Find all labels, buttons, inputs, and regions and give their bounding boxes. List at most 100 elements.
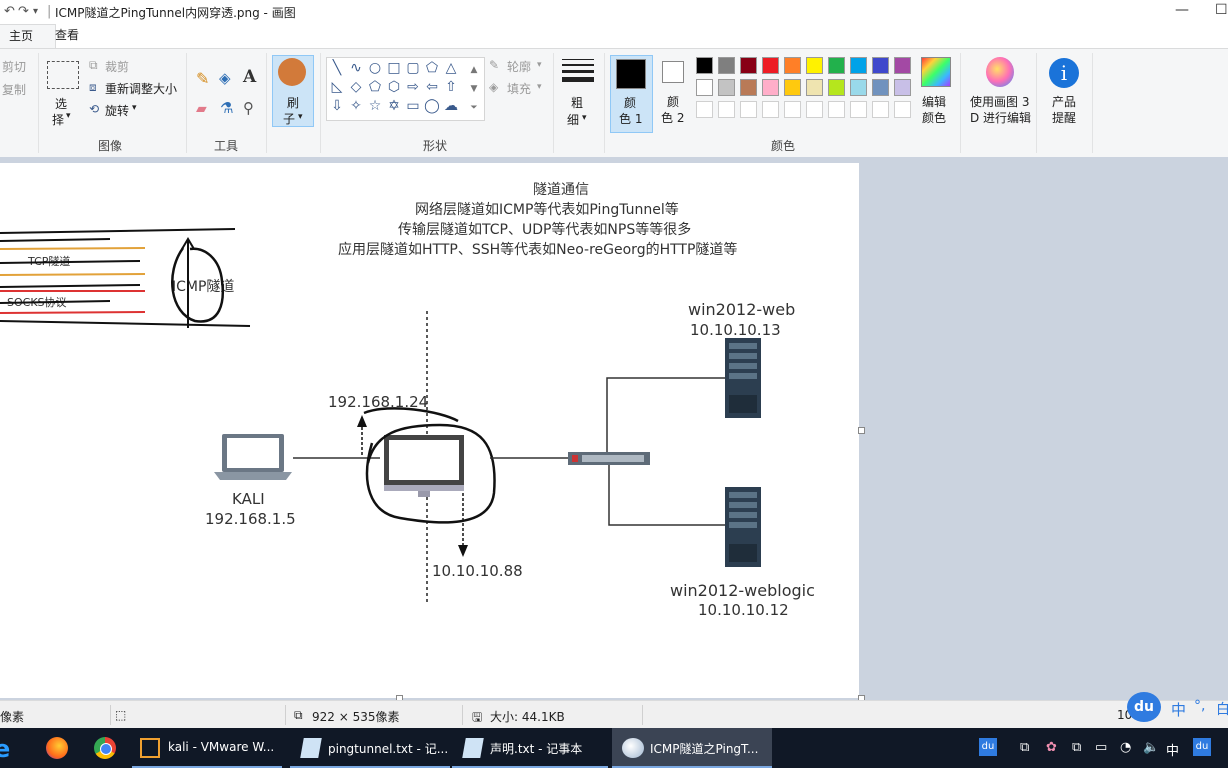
tray-battery-icon[interactable]: ▭ [1095,740,1107,755]
magnifier-icon[interactable]: ⚲ [243,99,254,117]
minimize-button[interactable]: — [1175,2,1189,18]
tray-baidu-input-icon[interactable]: du [979,738,997,756]
palette-color-swatch[interactable] [762,79,779,96]
text-tool-icon[interactable]: A [243,67,256,87]
color2-label-2[interactable]: 色 2 [661,109,684,126]
palette-color-swatch[interactable] [806,101,823,118]
tray-volume-icon[interactable]: 🔈 [1143,740,1159,755]
polygon-shape-icon[interactable]: ⬠ [424,60,440,76]
rotate-dropdown-icon[interactable]: ▾ [132,103,137,113]
right-triangle-shape-icon[interactable]: ◺ [329,79,345,95]
diamond-shape-icon[interactable]: ◇ [348,79,364,95]
eraser-icon[interactable]: ▰ [196,101,207,117]
left-arrow-shape-icon[interactable]: ⇦ [424,79,440,95]
drawing-canvas[interactable]: 隧道通信 网络层隧道如ICMP等代表如PingTunnel等 传输层隧道如TCP… [0,163,859,698]
edit-colors-label-2[interactable]: 颜色 [922,109,946,126]
four-point-star-shape-icon[interactable]: ✧ [348,98,364,114]
tray-network-icon[interactable]: ◔ [1120,740,1131,755]
size-dropdown-icon[interactable]: ▾ [582,113,587,123]
copy-button[interactable]: 复制 [2,81,26,98]
outline-button[interactable]: 轮廓 [507,58,531,75]
taskbar-app-notepad-statement[interactable]: 声明.txt - 记事本 [452,728,608,768]
color2-swatch[interactable] [662,61,684,83]
paint3d-icon[interactable] [986,57,1014,87]
pencil-icon[interactable]: ✎ [196,69,209,88]
edge-icon[interactable]: e [0,735,10,763]
palette-color-swatch[interactable] [828,79,845,96]
tray-security-icon[interactable]: ⧉ [1020,740,1029,755]
ime-extra[interactable]: 白 [1216,699,1228,719]
tray-baidu-icon[interactable]: du [1193,738,1211,756]
shapes-expand-icon[interactable]: ⏷ [466,100,482,116]
info-icon[interactable]: i [1049,58,1079,88]
palette-color-swatch[interactable] [696,57,713,74]
rectangle-shape-icon[interactable]: □ [386,60,402,76]
tray-window-icon[interactable]: ⧉ [1072,740,1081,755]
palette-color-swatch[interactable] [718,101,735,118]
palette-color-swatch[interactable] [894,57,911,74]
color-picker-icon[interactable]: ⚗ [220,99,233,117]
palette-color-swatch[interactable] [740,79,757,96]
product-alert-label-2[interactable]: 提醒 [1052,109,1076,126]
palette-color-swatch[interactable] [850,79,867,96]
fill-bucket-icon[interactable]: ◈ [219,69,231,87]
palette-color-swatch[interactable] [828,57,845,74]
outline-dropdown-icon[interactable]: ▾ [537,60,542,70]
taskbar-app-paint[interactable]: ICMP隧道之PingT... [612,728,772,768]
five-point-star-shape-icon[interactable]: ☆ [367,98,383,114]
palette-color-swatch[interactable] [740,101,757,118]
brushes-button[interactable]: 刷 子 ▾ [272,55,314,127]
palette-color-swatch[interactable] [784,79,801,96]
palette-color-swatch[interactable] [872,101,889,118]
taskbar-app-notepad-pingtunnel[interactable]: pingtunnel.txt - 记... [290,728,450,768]
palette-color-swatch[interactable] [872,79,889,96]
palette-color-swatch[interactable] [740,57,757,74]
callout-rect-shape-icon[interactable]: ▭ [405,98,421,114]
palette-color-swatch[interactable] [696,101,713,118]
palette-color-swatch[interactable] [894,79,911,96]
select-label-2[interactable]: 择 [52,111,64,128]
ime-logo-icon[interactable]: du [1127,692,1161,722]
firefox-icon[interactable] [46,737,68,759]
palette-color-swatch[interactable] [894,101,911,118]
palette-color-swatch[interactable] [784,101,801,118]
fill-dropdown-icon[interactable]: ▾ [537,82,542,92]
hexagon-shape-icon[interactable]: ⬡ [386,79,402,95]
palette-color-swatch[interactable] [872,57,889,74]
size-icon[interactable] [562,59,594,82]
palette-color-swatch[interactable] [850,57,867,74]
tray-language[interactable]: 中 [1166,740,1179,759]
maximize-button[interactable]: ☐ [1215,2,1228,18]
tab-view[interactable]: 查看 [47,24,87,48]
canvas-resize-handle-right[interactable] [858,427,865,434]
callout-cloud-shape-icon[interactable]: ☁ [443,98,459,114]
palette-color-swatch[interactable] [784,57,801,74]
palette-color-swatch[interactable] [806,79,823,96]
shapes-gallery[interactable]: ╲ ∿ ○ □ ▢ ⬠ △ ◺ ◇ ⬠ ⬡ ⇨ ⇦ ⇧ ⇩ ✧ ☆ ✡ ▭ ◯ … [326,57,485,121]
select-icon[interactable] [47,61,79,89]
chrome-icon[interactable] [94,737,116,759]
redo-icon[interactable]: ↷ [18,4,29,19]
paint3d-label-2[interactable]: D 进行编辑 [970,109,1031,126]
rotate-button[interactable]: 旋转 [105,102,129,119]
color1-button[interactable]: 颜 色 1 [610,55,653,133]
down-arrow-shape-icon[interactable]: ⇩ [329,98,345,114]
paint3d-label[interactable]: 使用画图 3 [970,93,1029,110]
quick-access-dropdown-icon[interactable]: ▾ [33,6,38,17]
up-arrow-shape-icon[interactable]: ⇧ [443,79,459,95]
cut-button[interactable]: 剪切 [2,58,26,75]
right-arrow-shape-icon[interactable]: ⇨ [405,79,421,95]
edit-colors-icon[interactable] [921,57,951,87]
ime-language[interactable]: 中 [1171,699,1186,720]
callout-oval-shape-icon[interactable]: ◯ [424,98,440,114]
crop-button[interactable]: 裁剪 [105,58,129,75]
undo-icon[interactable]: ↶ [4,4,15,19]
select-dropdown-icon[interactable]: ▾ [66,111,71,121]
ime-punctuation[interactable]: °, [1194,698,1205,714]
palette-color-swatch[interactable] [762,101,779,118]
triangle-shape-icon[interactable]: △ [443,60,459,76]
rounded-rectangle-shape-icon[interactable]: ▢ [405,60,421,76]
curve-shape-icon[interactable]: ∿ [348,60,364,76]
palette-color-swatch[interactable] [696,79,713,96]
fill-button[interactable]: 填充 [507,80,531,97]
